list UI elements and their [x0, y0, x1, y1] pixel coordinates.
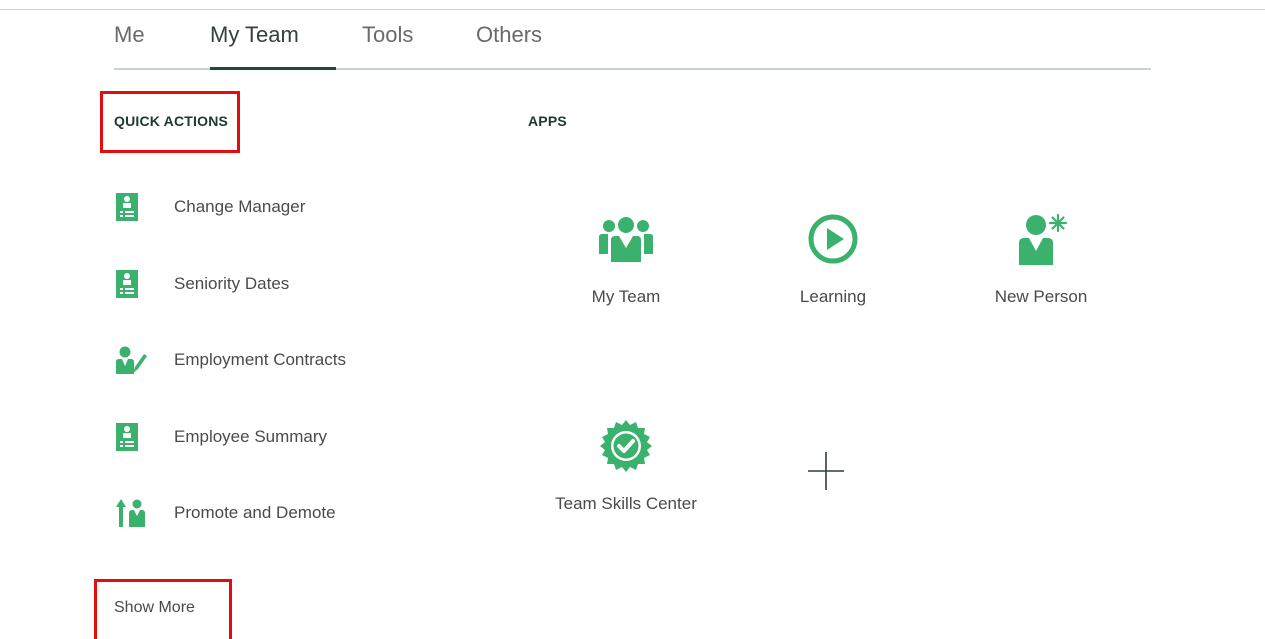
active-tab-underline [210, 67, 336, 70]
quick-action-label: Change Manager [174, 197, 306, 216]
person-asterisk-icon [951, 211, 1131, 267]
app-label: New Person [994, 287, 1088, 306]
quick-action-label: Employment Contracts [174, 350, 346, 369]
badge-check-icon [536, 418, 716, 474]
add-app-button[interactable] [806, 448, 846, 494]
app-new-person[interactable]: New Person [951, 211, 1131, 321]
quick-action-seniority-dates[interactable]: Seniority Dates [110, 264, 289, 304]
tab-others[interactable]: Others [476, 22, 542, 48]
tab-me[interactable]: Me [114, 22, 145, 48]
app-label: My Team [591, 287, 661, 306]
person-up-arrow-icon [110, 498, 154, 528]
tab-bar: Me My Team Tools Others [114, 10, 1151, 70]
team-group-icon [536, 211, 716, 267]
app-my-team[interactable]: My Team [536, 211, 716, 321]
quick-action-employment-contracts[interactable]: Employment Contracts [110, 340, 346, 380]
quick-action-change-manager[interactable]: Change Manager [110, 187, 305, 227]
quick-actions-heading: QUICK ACTIONS [114, 113, 229, 129]
quick-action-label: Employee Summary [174, 427, 328, 446]
id-badge-icon [110, 422, 154, 452]
quick-action-promote-and-demote[interactable]: Promote and Demote [110, 493, 336, 533]
apps-heading: APPS [528, 113, 567, 129]
tab-my-team[interactable]: My Team [210, 22, 299, 48]
play-circle-icon [743, 211, 923, 267]
id-badge-icon [110, 269, 154, 299]
app-label: Team Skills Center [555, 494, 697, 513]
app-learning[interactable]: Learning [743, 211, 923, 321]
id-badge-icon [110, 192, 154, 222]
quick-action-label: Promote and Demote [174, 503, 336, 522]
app-label: Learning [799, 287, 867, 306]
tab-tools[interactable]: Tools [362, 22, 413, 48]
show-more-link[interactable]: Show More [114, 599, 195, 617]
quick-action-employee-summary[interactable]: Employee Summary [110, 417, 327, 457]
plus-icon [808, 452, 844, 490]
quick-action-label: Seniority Dates [174, 274, 290, 293]
person-pencil-icon [110, 345, 154, 375]
app-team-skills-center[interactable]: Team Skills Center [536, 418, 716, 528]
